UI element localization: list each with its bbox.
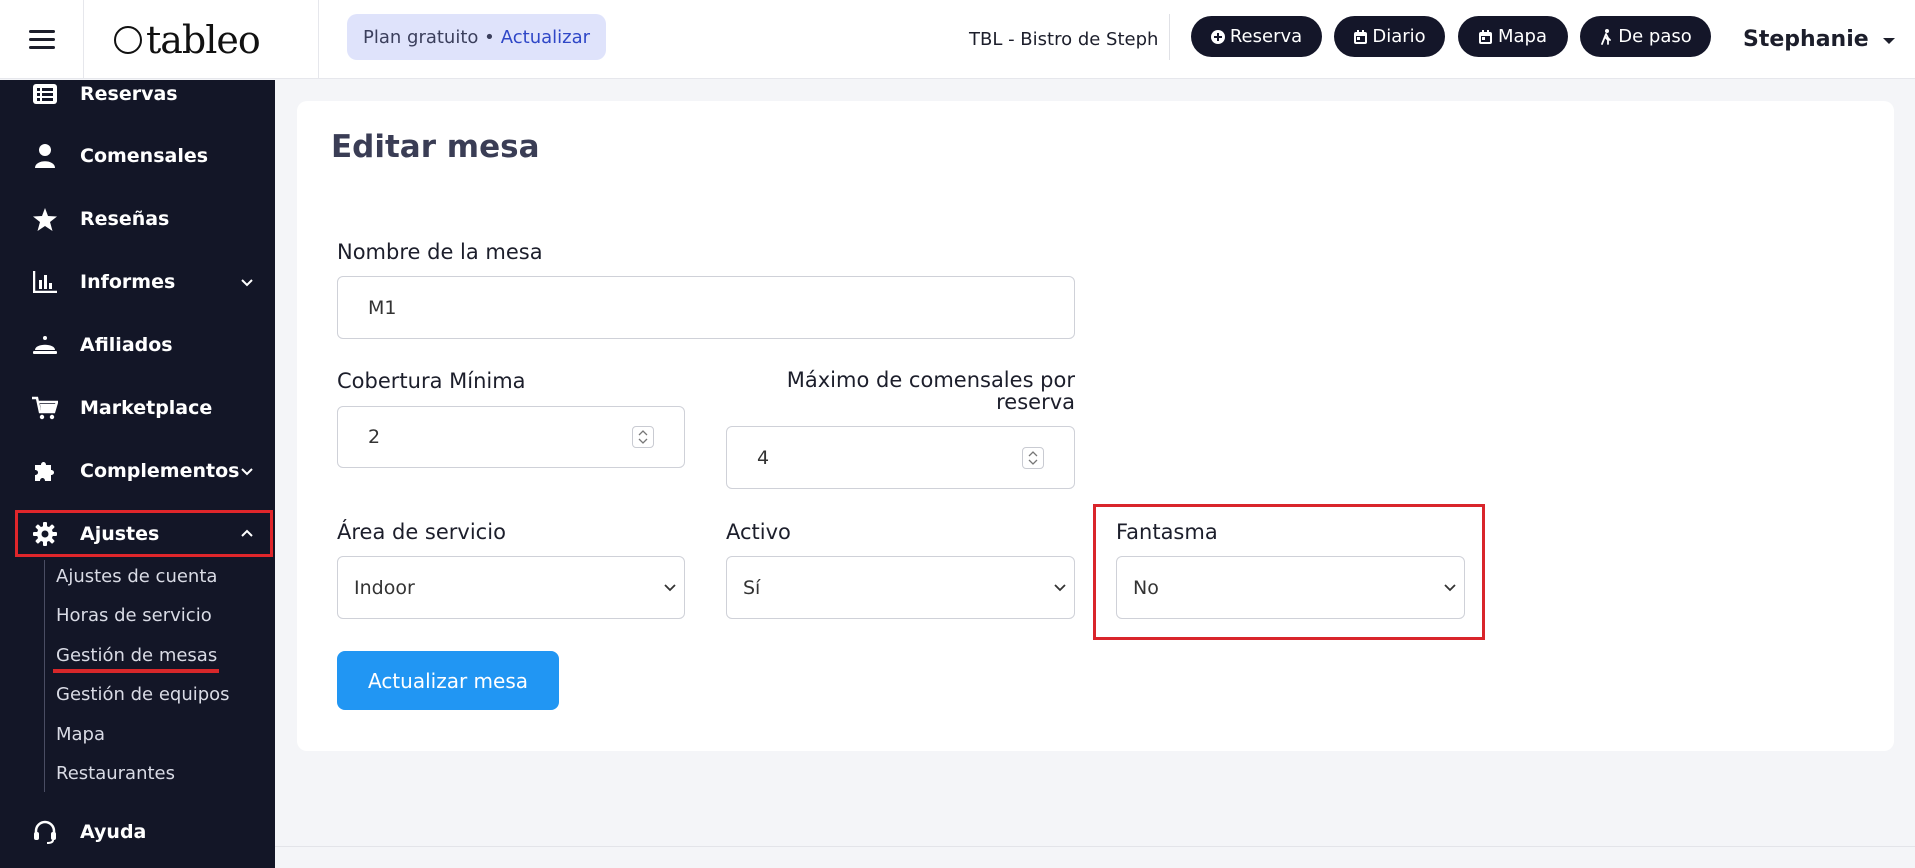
plus-circle-icon: [1210, 29, 1225, 44]
submenu-item-restaurantes[interactable]: Restaurantes: [56, 763, 175, 784]
sidebar-item-label: Informes: [80, 271, 176, 293]
service-area-select[interactable]: Indoor: [337, 556, 685, 619]
upgrade-link[interactable]: Actualizar: [501, 27, 590, 48]
submenu-item-ajustes-de-cuenta[interactable]: Ajustes de cuenta: [56, 566, 217, 587]
number-stepper[interactable]: [1022, 446, 1044, 469]
update-table-button[interactable]: Actualizar mesa: [337, 651, 559, 710]
sidebar-item-complementos[interactable]: Complementos: [0, 445, 275, 497]
sidebar-item-label: Comensales: [80, 145, 209, 167]
top-bar: tableo Plan gratuito • Actualizar TBL - …: [0, 0, 1915, 79]
sidebar-item-marketplace[interactable]: Marketplace: [0, 382, 275, 434]
daily-button[interactable]: Diario: [1334, 16, 1445, 57]
sidebar-item-afiliados[interactable]: Afiliados: [0, 319, 275, 371]
walking-icon: [1599, 28, 1613, 45]
highlight-underline: [53, 669, 219, 673]
sidebar-item-comensales[interactable]: Comensales: [0, 130, 275, 182]
sidebar-item-label: Afiliados: [80, 334, 173, 356]
submenu-item-mapa[interactable]: Mapa: [56, 724, 105, 745]
button-label: Mapa: [1497, 26, 1548, 47]
logo-text: tableo: [146, 17, 261, 62]
sidebar-item-label: Complementos: [80, 460, 240, 482]
max-guests-label-line2: reserva: [996, 390, 1075, 414]
star-icon: [32, 206, 58, 232]
chevron-down-icon: [1054, 583, 1066, 591]
min-cover-input[interactable]: 2: [337, 406, 685, 468]
submenu-item-gestion-de-equipos[interactable]: Gestión de equipos: [56, 684, 230, 705]
calendar-icon: [1353, 29, 1367, 44]
restaurant-selector[interactable]: TBL - Bistro de Steph: [969, 0, 1158, 79]
chevron-up-icon: [1028, 450, 1038, 456]
submenu-item-gestion-de-mesas[interactable]: Gestión de mesas: [56, 645, 217, 666]
hamburger-icon: [28, 30, 55, 49]
sidebar-item-label: Reservas: [80, 83, 178, 105]
number-stepper[interactable]: [632, 426, 654, 448]
page-title: Editar mesa: [331, 129, 540, 165]
sidebar-item-informes[interactable]: Informes: [0, 256, 275, 308]
highlight-box: [1093, 504, 1485, 640]
button-label: Diario: [1372, 26, 1426, 47]
input-value: 4: [757, 446, 770, 469]
sidebar-item-ayuda[interactable]: Ayuda: [0, 806, 275, 858]
logo[interactable]: tableo: [84, 0, 319, 79]
button-label: Reserva: [1229, 26, 1303, 47]
max-guests-label: Máximo de comensales por reserva: [726, 369, 1075, 413]
footer-divider: [275, 846, 1915, 847]
sidebar-item-label: Ayuda: [80, 821, 147, 843]
chevron-down-icon: [664, 583, 676, 591]
sidebar: Reservas Comensales Reseñas Informes Afi…: [0, 80, 275, 868]
service-area-label: Área de servicio: [337, 520, 506, 544]
divider: [1169, 14, 1170, 60]
highlight-box: [15, 510, 273, 557]
user-icon: [32, 143, 58, 169]
sidebar-item-label: Reseñas: [80, 208, 170, 230]
headset-icon: [32, 819, 58, 845]
input-value: M1: [368, 296, 397, 319]
plan-badge: Plan gratuito • Actualizar: [347, 14, 607, 60]
user-name: Stephanie: [1743, 27, 1869, 52]
cart-icon: [32, 395, 58, 421]
sidebar-item-resenas[interactable]: Reseñas: [0, 193, 275, 245]
submenu-item-horas-de-servicio[interactable]: Horas de servicio: [56, 605, 212, 626]
button-label: De paso: [1618, 26, 1692, 47]
table-name-label: Nombre de la mesa: [337, 240, 543, 264]
active-label: Activo: [726, 520, 791, 544]
menu-toggle-button[interactable]: [0, 0, 84, 79]
walk-in-button[interactable]: De paso: [1580, 16, 1711, 57]
max-guests-label-line1: Máximo de comensales por: [786, 368, 1075, 392]
chevron-down-icon: [241, 279, 253, 287]
active-select[interactable]: Sí: [726, 556, 1075, 619]
puzzle-icon: [32, 458, 58, 484]
calendar-icon: [1479, 29, 1493, 44]
chevron-down-icon: [1028, 459, 1038, 465]
min-cover-label: Cobertura Mínima: [337, 369, 526, 393]
list-icon: [32, 81, 58, 107]
table-name-input[interactable]: M1: [337, 276, 1075, 339]
bar-chart-icon: [32, 269, 58, 295]
chevron-down-icon: [638, 438, 648, 444]
sidebar-item-reservas[interactable]: Reservas: [0, 80, 275, 120]
new-reservation-button[interactable]: Reserva: [1191, 16, 1322, 57]
sidebar-item-label: Marketplace: [80, 397, 213, 419]
caret-down-icon: [1882, 38, 1895, 44]
select-value: Sí: [743, 576, 761, 599]
bell-icon: [32, 332, 58, 358]
map-button[interactable]: Mapa: [1458, 16, 1568, 57]
user-menu[interactable]: Stephanie: [1743, 0, 1895, 79]
max-guests-input[interactable]: 4: [726, 426, 1075, 489]
plan-label: Plan gratuito •: [363, 26, 495, 48]
submenu-guide-line: [44, 560, 45, 792]
chevron-up-icon: [638, 430, 648, 436]
input-value: 2: [368, 426, 381, 448]
select-value: Indoor: [354, 576, 415, 599]
logo-circle-icon: [114, 25, 142, 54]
chevron-down-icon: [241, 468, 253, 476]
